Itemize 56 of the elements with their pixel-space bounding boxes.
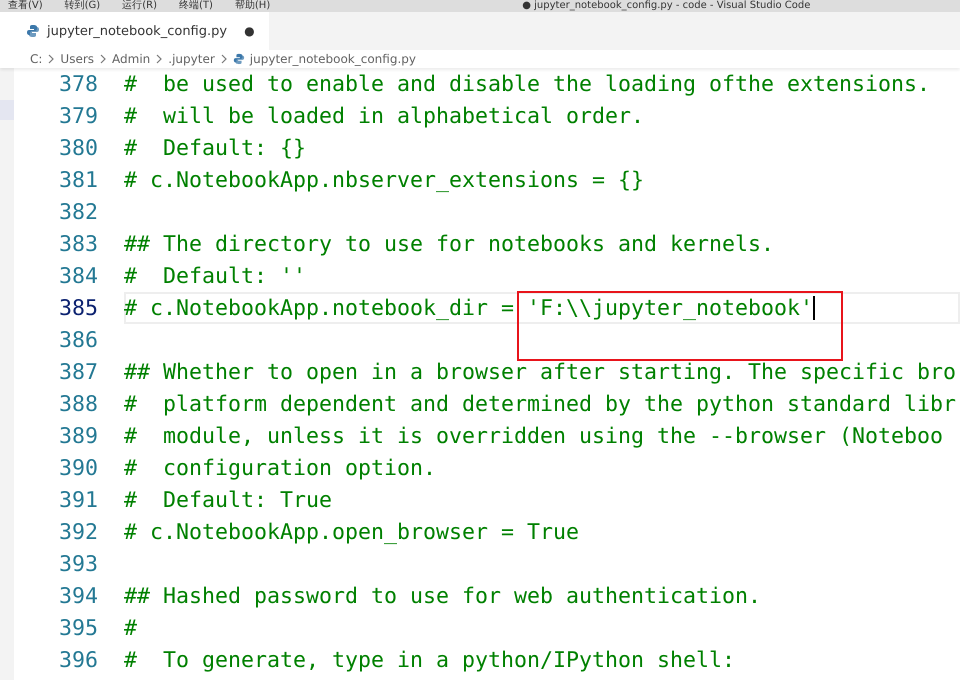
editor-tab[interactable]: jupyter_notebook_config.py ● (0, 12, 269, 50)
code-comment: # Default: True (124, 488, 332, 512)
breadcrumb-item[interactable]: C: (30, 52, 42, 66)
code-comment: ## The directory to use for notebooks and kernels. (124, 232, 774, 256)
line-number: 387 (58, 360, 98, 384)
chevron-icon (99, 54, 108, 64)
chevron-icon (155, 54, 164, 64)
line-number: 384 (58, 264, 98, 288)
menu-item[interactable]: 终端(T) (178, 0, 213, 12)
menu-item[interactable]: 运行(R) (122, 0, 157, 12)
line-number: 391 (58, 488, 98, 512)
code-comment: # c.NotebookApp.nbserver_extensions = {} (124, 168, 644, 192)
menu-item[interactable]: 转到(G) (64, 0, 100, 12)
chevron-icon (220, 54, 228, 64)
line-number: 394 (58, 584, 98, 608)
code-comment: # c.NotebookApp.open_browser = True (124, 520, 580, 544)
tab-label: jupyter_notebook_config.py (47, 24, 228, 38)
window-title: ● jupyter_notebook_config.py - code - Visual Studio Code (522, 0, 810, 12)
menu-item[interactable]: 帮助(H) (234, 0, 270, 12)
code-comment: # (124, 616, 138, 640)
code-comment: # module, unless it is overridden using the --browser (Noteboo (124, 424, 944, 448)
breadcrumb-item[interactable]: Users (60, 52, 94, 66)
breadcrumb-item[interactable]: jupyter_notebook_config.py (250, 52, 416, 66)
file-type-icon (232, 53, 245, 65)
file-type-icon (26, 24, 40, 38)
line-number: 392 (58, 520, 98, 544)
code-comment: # will be loaded in alphabetical order. (124, 104, 644, 128)
breadcrumb-item[interactable]: .jupyter (168, 52, 215, 66)
code-comment: # platform dependent and determined by the python standard libr (124, 392, 956, 416)
line-number: 385 (58, 296, 98, 320)
code-comment: # be used to enable and disable the loading ofthe extensions. (124, 72, 930, 96)
line-number: 380 (58, 136, 98, 160)
code-comment: # Default: {} (124, 136, 306, 160)
line-number: 393 (58, 552, 98, 576)
line-number: 386 (58, 328, 98, 352)
line-number: 379 (58, 104, 98, 128)
line-number: 389 (58, 424, 98, 448)
text-cursor (813, 296, 816, 320)
line-number: 382 (58, 200, 98, 224)
code-comment: ## Whether to open in a browser after starting. The specific bro (124, 360, 956, 384)
code-comment: ## Hashed password to use for web authentication. (124, 584, 762, 608)
line-number: 395 (58, 616, 98, 640)
breadcrumb-item[interactable]: Admin (112, 52, 150, 66)
line-number: 388 (58, 392, 98, 416)
line-number: 378 (58, 72, 98, 96)
line-number: 396 (58, 648, 98, 672)
unsaved-dot: ● (244, 24, 255, 38)
line-number: 390 (58, 456, 98, 480)
menu-item[interactable]: 查看(V) (8, 0, 43, 12)
chevron-icon (47, 54, 56, 64)
code-comment: # c.NotebookApp.notebook_dir = 'F:\\jupyter_notebook' (124, 296, 814, 320)
line-number: 383 (58, 232, 98, 256)
code-comment: # To generate, type in a python/IPython shell: (124, 648, 736, 672)
code-comment: # configuration option. (124, 456, 436, 480)
code-comment: # Default: '' (124, 264, 306, 288)
line-number: 381 (58, 168, 98, 192)
